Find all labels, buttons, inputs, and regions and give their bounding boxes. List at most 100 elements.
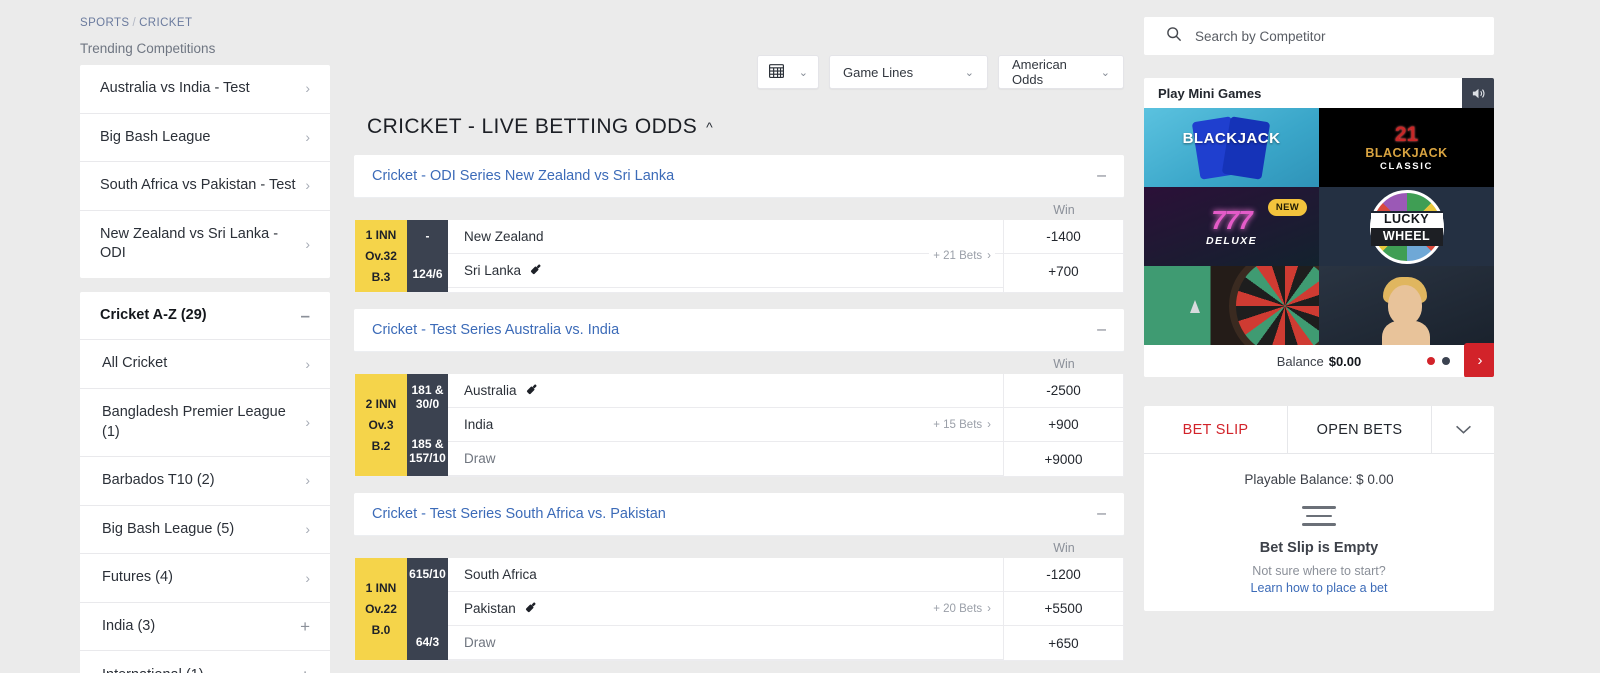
search-icon — [1166, 26, 1182, 47]
chevron-right-icon: › — [987, 603, 991, 615]
balance-label: Balance — [1276, 353, 1324, 369]
carousel-dot[interactable] — [1442, 357, 1450, 365]
more-bets-link[interactable]: + 15 Bets › — [929, 419, 995, 431]
odds-button[interactable]: +5500 — [1004, 592, 1123, 626]
sidebar-item-futures[interactable]: Futures (4) › — [80, 554, 330, 603]
mini-game-tile-blackjack[interactable]: BLACKJACK — [1144, 108, 1319, 187]
tab-open-bets[interactable]: OPEN BETS — [1287, 406, 1432, 453]
chevron-down-icon[interactable] — [1432, 406, 1494, 453]
mini-game-tile-roulette[interactable] — [1144, 266, 1319, 345]
more-bets-link[interactable]: + 20 Bets › — [929, 603, 995, 615]
mini-game-tile-cleopatra[interactable] — [1319, 266, 1494, 345]
search-input[interactable] — [1195, 28, 1472, 44]
league-name[interactable]: Cricket - Test Series Australia vs. Indi… — [372, 322, 619, 338]
cricket-az-list: Cricket A-Z (29) – All Cricket › Banglad… — [80, 291, 330, 673]
plus-icon[interactable]: + — [300, 667, 310, 673]
minus-icon[interactable]: – — [1097, 168, 1106, 184]
odds-button[interactable]: -1200 — [1004, 558, 1123, 592]
odds-format-dropdown[interactable]: American Odds ⌄ — [998, 55, 1124, 89]
overs-label: Ov.22 — [365, 602, 397, 616]
table-row: Pakistan — [448, 592, 1003, 626]
sidebar-item-australia-vs-india[interactable]: Australia vs India - Test › — [80, 65, 330, 114]
page-title[interactable]: CRICKET - LIVE BETTING ODDS ^ — [367, 115, 1124, 139]
overs-label: Ov.32 — [365, 249, 397, 263]
date-filter-button[interactable]: ⌄ — [757, 55, 819, 89]
chevron-right-icon: › — [305, 472, 310, 489]
cricket-az-header[interactable]: Cricket A-Z (29) – — [80, 292, 330, 341]
sidebar-item-big-bash-league[interactable]: Big Bash League › — [80, 114, 330, 163]
league-name[interactable]: Cricket - ODI Series New Zealand vs Sri … — [372, 168, 674, 184]
match-status-badge: 1 INN Ov.22 B.0 — [355, 558, 407, 660]
game-lines-dropdown[interactable]: Game Lines ⌄ — [829, 55, 988, 89]
chevron-down-icon: ⌄ — [798, 66, 808, 79]
minus-icon[interactable]: – — [1097, 322, 1106, 338]
odds-button[interactable]: +650 — [1004, 626, 1123, 660]
sidebar-item-international[interactable]: International (1) + — [80, 651, 330, 673]
mini-game-tile-blackjack-classic[interactable]: 21 BLACKJACK CLASSIC — [1319, 108, 1494, 187]
plus-icon[interactable]: + — [300, 618, 310, 635]
chevron-right-icon: › — [305, 128, 310, 145]
more-bets-link[interactable]: + 21 Bets › — [929, 250, 995, 262]
sidebar-item-label: Futures (4) — [102, 569, 173, 586]
score-top: 615/10 — [409, 567, 446, 581]
carousel-next-button[interactable]: › — [1464, 343, 1494, 377]
sidebar-item-barbados-t10[interactable]: Barbados T10 (2) › — [80, 457, 330, 506]
mini-games-title: Play Mini Games — [1158, 85, 1262, 101]
innings-label: 1 INN — [365, 228, 397, 242]
league-name[interactable]: Cricket - Test Series South Africa vs. P… — [372, 506, 666, 522]
mini-game-tile-777-deluxe[interactable]: 777 DELUXE NEW — [1144, 187, 1319, 266]
sidebar-item-label: South Africa vs Pakistan - Test — [100, 177, 296, 194]
odds-button[interactable]: +9000 — [1004, 442, 1123, 476]
breadcrumb-sports[interactable]: SPORTS — [80, 17, 129, 29]
league-header-odi-nz-sl[interactable]: Cricket - ODI Series New Zealand vs Sri … — [354, 155, 1124, 198]
carousel-dot-active[interactable] — [1427, 357, 1435, 365]
speaker-icon[interactable] — [1462, 78, 1494, 108]
chevron-right-icon: › — [305, 414, 310, 431]
sidebar-item-south-africa-vs-pakistan[interactable]: South Africa vs Pakistan - Test › — [80, 162, 330, 211]
match-status-badge: 1 INN Ov.32 B.3 — [355, 220, 407, 292]
event-row-sa-vs-pak: 1 INN Ov.22 B.0 615/10 64/3 South Africa… — [354, 558, 1124, 661]
chevron-up-icon[interactable]: ^ — [706, 119, 713, 135]
breadcrumb-cricket[interactable]: CRICKET — [139, 17, 192, 29]
left-sidebar: SPORTS / CRICKET Trending Competitions Aus… — [80, 0, 330, 673]
team-name: Draw — [464, 635, 496, 650]
page-title-text: CRICKET - LIVE BETTING ODDS — [367, 115, 698, 138]
score-bottom: 185 & 157/10 — [409, 437, 446, 466]
odds-button[interactable]: -2500 — [1004, 374, 1123, 408]
team-name: New Zealand — [464, 229, 544, 244]
innings-label: 1 INN — [365, 581, 397, 595]
table-row: Sri Lanka — [448, 254, 1003, 288]
sidebar-item-india[interactable]: India (3) + — [80, 603, 330, 652]
mini-game-tile-lucky-wheel[interactable]: LUCKY WHEEL — [1319, 187, 1494, 266]
minus-icon[interactable]: – — [1097, 506, 1106, 522]
odds-column: -1400 +700 — [1003, 220, 1123, 292]
cricket-bat-icon — [524, 600, 538, 617]
score-badge: 181 & 30/0 185 & 157/10 — [407, 374, 448, 476]
league-header-test-sa-pak[interactable]: Cricket - Test Series South Africa vs. P… — [354, 493, 1124, 536]
sidebar-item-new-zealand-vs-sri-lanka[interactable]: New Zealand vs Sri Lanka - ODI › — [80, 211, 330, 278]
odds-button[interactable]: +700 — [1004, 254, 1123, 288]
tab-bet-slip[interactable]: BET SLIP — [1144, 406, 1287, 453]
sidebar-item-bangladesh-premier-league[interactable]: Bangladesh Premier League (1) › — [80, 389, 330, 458]
minus-icon[interactable]: – — [301, 307, 310, 324]
mini-games-header: Play Mini Games — [1144, 78, 1494, 108]
breadcrumb-separator: / — [132, 17, 137, 29]
sidebar-item-big-bash-league-az[interactable]: Big Bash League (5) › — [80, 506, 330, 555]
learn-how-link[interactable]: Learn how to place a bet — [1144, 581, 1494, 595]
league-header-test-aus-ind[interactable]: Cricket - Test Series Australia vs. Indi… — [354, 309, 1124, 352]
match-status-badge: 2 INN Ov.3 B.2 — [355, 374, 407, 476]
chevron-right-icon: › — [305, 355, 310, 372]
sidebar-item-label: India (3) — [102, 617, 156, 634]
game-lines-label: Game Lines — [843, 64, 914, 80]
balls-label: B.0 — [371, 623, 391, 637]
table-row: Australia — [448, 374, 1003, 408]
chevron-right-icon: › — [987, 250, 991, 262]
chevron-down-icon: ⌄ — [964, 66, 974, 79]
team-name: Sri Lanka — [464, 263, 522, 278]
balls-label: B.2 — [371, 439, 391, 453]
odds-button[interactable]: +900 — [1004, 408, 1123, 442]
market-header-row: Win — [354, 199, 1124, 220]
odds-button[interactable]: -1400 — [1004, 220, 1123, 254]
search-bar[interactable] — [1144, 17, 1494, 55]
sidebar-item-all-cricket[interactable]: All Cricket › — [80, 340, 330, 389]
